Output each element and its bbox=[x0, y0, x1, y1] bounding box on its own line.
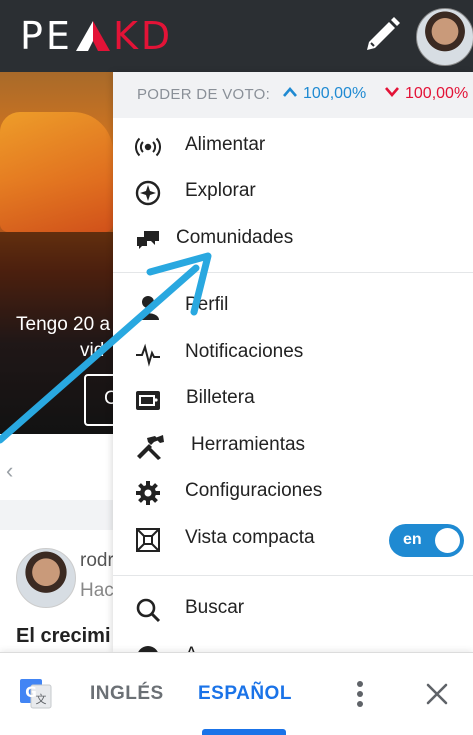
menu-label-explore: Explorar bbox=[185, 180, 256, 201]
menu-label-settings: Configuraciones bbox=[185, 480, 323, 501]
logo-text-right: KD bbox=[112, 14, 174, 58]
top-bar: PE KD bbox=[0, 0, 473, 72]
featured-text-line1: Tengo 20 a bbox=[16, 314, 111, 335]
chevron-down-icon bbox=[385, 87, 399, 97]
menu-divider bbox=[113, 575, 473, 576]
chat-bubbles-icon bbox=[135, 227, 161, 253]
menu-item-profile[interactable]: Perfil bbox=[113, 284, 473, 328]
logo-a-icon bbox=[75, 16, 110, 51]
menu-label-compact-view: Vista compacta bbox=[185, 527, 315, 548]
compose-pencil-icon[interactable] bbox=[361, 12, 405, 56]
menu-item-search[interactable]: Buscar bbox=[113, 587, 473, 631]
post-subtitle: Hac bbox=[80, 580, 114, 601]
voting-power-label: PODER DE VOTO: bbox=[137, 86, 271, 103]
close-icon[interactable] bbox=[424, 681, 450, 707]
compass-icon bbox=[135, 180, 161, 206]
post-author-avatar[interactable] bbox=[16, 548, 76, 608]
voting-power-bar: PODER DE VOTO: 100,00% 100,00% bbox=[113, 72, 473, 118]
info-icon bbox=[135, 644, 161, 652]
gear-icon bbox=[135, 480, 161, 506]
chevron-up-icon bbox=[283, 87, 297, 97]
toggle-knob bbox=[435, 528, 460, 553]
menu-item-about[interactable]: A bbox=[113, 634, 473, 652]
menu-item-feed[interactable]: Alimentar bbox=[113, 124, 473, 168]
target-language-tab[interactable]: ESPAÑOL bbox=[198, 683, 292, 705]
menu-label-wallet: Billetera bbox=[186, 387, 255, 408]
post-author[interactable]: rodr bbox=[80, 550, 114, 572]
menu-label-notifications: Notificaciones bbox=[185, 341, 304, 362]
broadcast-icon bbox=[135, 134, 161, 160]
menu-item-notifications[interactable]: Notificaciones bbox=[113, 331, 473, 375]
search-icon bbox=[135, 597, 161, 623]
menu-label-feed: Alimentar bbox=[185, 134, 266, 155]
menu-item-explore[interactable]: Explorar bbox=[113, 170, 473, 214]
menu-item-wallet[interactable]: Billetera bbox=[113, 377, 473, 421]
translate-bar: G文 INGLÉS ESPAÑOL bbox=[0, 652, 473, 735]
menu-item-settings[interactable]: Configuraciones bbox=[113, 470, 473, 514]
tools-icon bbox=[135, 434, 164, 460]
logo-text-left: PE bbox=[20, 14, 73, 58]
menu-label-search: Buscar bbox=[185, 597, 245, 618]
compact-view-toggle[interactable]: en bbox=[389, 524, 464, 557]
post-title[interactable]: El crecimi bbox=[16, 625, 111, 648]
chevron-left-icon[interactable]: ‹ bbox=[6, 458, 13, 484]
toggle-state-label: en bbox=[403, 531, 422, 548]
user-menu-dropdown: PODER DE VOTO: 100,00% 100,00% Alimentar… bbox=[113, 72, 473, 652]
car-image bbox=[0, 112, 113, 232]
downvote-value: 100,00% bbox=[405, 85, 469, 102]
source-language-tab[interactable]: INGLÉS bbox=[90, 683, 164, 705]
peakd-logo[interactable]: PE KD bbox=[20, 14, 173, 58]
user-avatar[interactable] bbox=[416, 8, 473, 66]
feed-separator bbox=[0, 500, 113, 530]
more-options-icon[interactable] bbox=[350, 679, 370, 709]
menu-item-tools[interactable]: Herramientas bbox=[113, 424, 473, 468]
carousel-strip bbox=[0, 434, 113, 501]
wallet-icon bbox=[135, 387, 161, 413]
upvote-value: 100,00% bbox=[303, 85, 367, 102]
menu-label-profile: Perfil bbox=[185, 294, 229, 315]
upvote-power: 100,00% bbox=[283, 85, 366, 103]
menu-label-about: A bbox=[185, 644, 198, 652]
menu-item-communities[interactable]: Comunidades bbox=[113, 217, 473, 261]
compress-icon bbox=[135, 527, 161, 553]
active-tab-indicator bbox=[202, 729, 286, 735]
featured-text-line2: vid bbox=[80, 340, 105, 361]
google-translate-icon: G文 bbox=[20, 677, 52, 709]
menu-divider bbox=[113, 272, 473, 273]
menu-label-communities: Comunidades bbox=[176, 227, 294, 248]
pulse-icon bbox=[135, 341, 161, 367]
downvote-power: 100,00% bbox=[385, 85, 468, 103]
menu-label-tools: Herramientas bbox=[191, 434, 306, 455]
svg-text:文: 文 bbox=[36, 692, 47, 706]
user-icon bbox=[135, 294, 161, 320]
